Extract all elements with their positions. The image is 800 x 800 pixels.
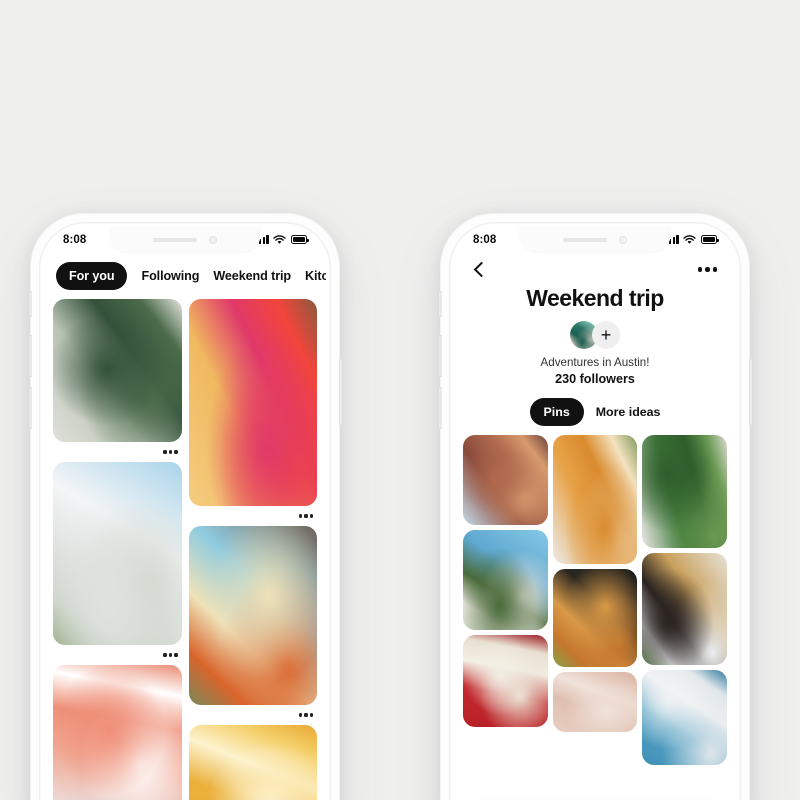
front-camera: [619, 235, 627, 244]
volume-down-button[interactable]: [438, 387, 442, 429]
status-indicators: [665, 234, 719, 245]
left-phone-device: 8:08 For you Following Weekend trip Kitche: [28, 213, 342, 800]
board-collaborators: +: [454, 321, 736, 349]
pin-overflow-menu[interactable]: [189, 705, 318, 725]
screenshot-canvas: 8:08 For you Following Weekend trip Kitche: [0, 0, 800, 800]
pin-woman-straw-hat[interactable]: [642, 553, 728, 665]
front-camera: [209, 235, 217, 244]
pin-pink-desert[interactable]: [53, 665, 182, 800]
pin-burger[interactable]: [552, 569, 638, 667]
wifi-icon: [683, 234, 696, 244]
pin-cacti[interactable]: [642, 435, 728, 548]
masonry-column: [552, 435, 638, 770]
home-tab-weekend-trip[interactable]: Weekend trip: [213, 269, 291, 283]
volume-down-button[interactable]: [28, 387, 32, 429]
pin-flower-crown-portrait[interactable]: [188, 299, 317, 506]
board-title: Weekend trip: [526, 285, 664, 311]
pin-overflow-menu[interactable]: [189, 506, 318, 526]
volume-up-button[interactable]: [28, 335, 32, 377]
status-indicators: [255, 234, 309, 245]
home-feed-masonry-grid[interactable]: [44, 299, 326, 800]
board-header: [454, 252, 736, 278]
plus-icon[interactable]: +: [592, 321, 620, 349]
masonry-column: [188, 299, 318, 800]
right-phone-screen: 8:08 Weekend trip + Adventures in Austin…: [454, 227, 736, 800]
pin-spacer: [642, 765, 727, 770]
right-app-content: Weekend trip + Adventures in Austin! 230…: [454, 252, 736, 800]
home-tab-kitche[interactable]: Kitche: [305, 269, 326, 283]
board-tab-pins[interactable]: Pins: [529, 398, 584, 426]
masonry-column: [53, 299, 182, 800]
battery-full-icon: [700, 235, 719, 244]
board-follower-count: 230 followers: [555, 372, 635, 386]
power-button[interactable]: [338, 359, 342, 425]
wifi-icon: [273, 234, 286, 244]
left-app-content: For you Following Weekend trip Kitche: [44, 252, 326, 800]
notch: [519, 227, 671, 252]
board-tab-bar[interactable]: Pins More ideas: [454, 398, 736, 426]
board-masonry-grid[interactable]: [454, 435, 736, 770]
home-feed-tab-bar[interactable]: For you Following Weekend trip Kitche: [44, 252, 326, 299]
pin-rubber-plant[interactable]: [53, 299, 182, 442]
earpiece-speaker: [153, 237, 197, 242]
pin-blush-plate[interactable]: [552, 672, 638, 732]
pin-austin-skyline[interactable]: [463, 435, 548, 525]
mute-switch[interactable]: [438, 291, 442, 317]
pin-connors-creamery[interactable]: [463, 635, 548, 727]
pin-overflow-menu[interactable]: [53, 645, 182, 665]
pin-tacos-plate[interactable]: [188, 526, 317, 705]
left-phone-bezel: 8:08 For you Following Weekend trip Kitche: [39, 222, 331, 800]
pin-overflow-menu[interactable]: [53, 442, 182, 462]
left-phone-screen: 8:08 For you Following Weekend trip Kitche: [44, 227, 326, 800]
board-tab-more-ideas[interactable]: More ideas: [596, 405, 661, 419]
status-time: 8:08: [473, 233, 497, 246]
status-time: 8:08: [63, 233, 87, 246]
earpiece-speaker: [563, 237, 607, 242]
masonry-column: [463, 435, 548, 770]
right-phone-bezel: 8:08 Weekend trip + Adventures in Austin…: [449, 222, 741, 800]
right-phone-device: 8:08 Weekend trip + Adventures in Austin…: [438, 213, 752, 800]
volume-up-button[interactable]: [438, 335, 442, 377]
mute-switch[interactable]: [28, 291, 32, 317]
pin-cocktails[interactable]: [552, 435, 638, 564]
pin-spacer: [463, 727, 548, 732]
home-tab-following[interactable]: Following: [141, 269, 199, 283]
pin-spacer: [553, 732, 638, 737]
pin-ferris-wheel[interactable]: [642, 670, 728, 765]
battery-full-icon: [290, 235, 309, 244]
chevron-left-icon[interactable]: [473, 261, 490, 278]
masonry-column: [642, 435, 728, 770]
notch: [109, 227, 261, 252]
more-horizontal-icon[interactable]: [697, 267, 717, 272]
home-tab-for-you[interactable]: For you: [56, 262, 128, 290]
power-button[interactable]: [748, 359, 752, 425]
board-owner-name: Adventures in Austin!: [540, 356, 650, 369]
pin-lemon-yellow[interactable]: [188, 725, 317, 800]
pin-white-villa[interactable]: [53, 462, 182, 645]
pin-palm-trees[interactable]: [463, 530, 548, 630]
